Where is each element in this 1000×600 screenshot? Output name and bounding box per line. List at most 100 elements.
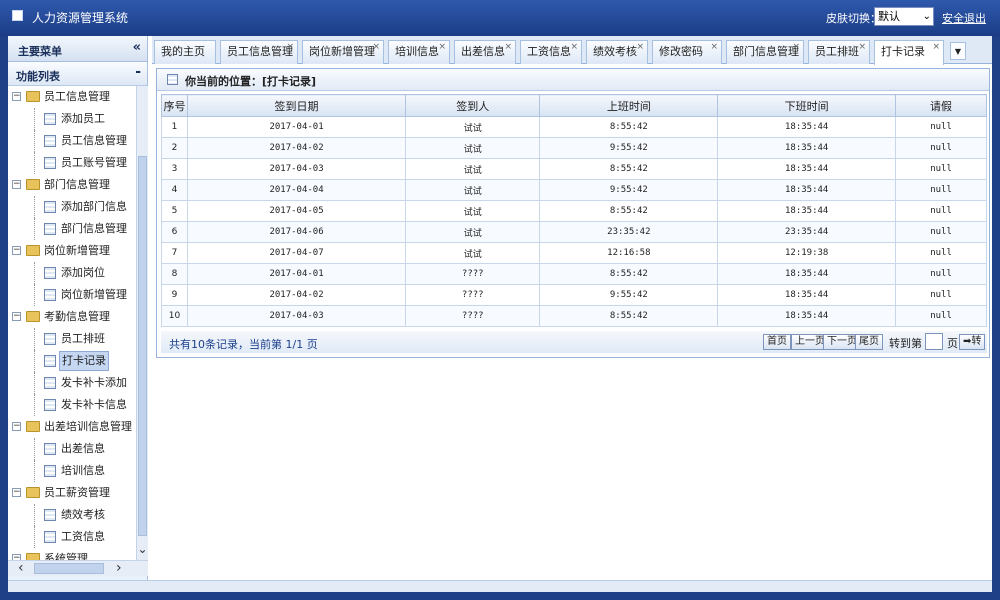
- pager-summary: 共有10条记录，当前第 1/1 页: [169, 338, 318, 351]
- table-row[interactable]: 6 2017-04-06 试试 23:35:42 23:35:44 null: [161, 221, 987, 243]
- expand-toggle-icon[interactable]: −: [12, 488, 21, 497]
- table-cell: 12:19:38: [717, 242, 897, 264]
- tree-group-4[interactable]: − 出差培训信息管理: [8, 416, 136, 438]
- table-icon: [44, 509, 56, 521]
- tree-group-0[interactable]: − 员工信息管理: [8, 86, 136, 108]
- scroll-thumb[interactable]: [34, 563, 104, 574]
- tab-7[interactable]: 修改密码 ×: [652, 40, 722, 64]
- tab-6[interactable]: 绩效考核 ×: [586, 40, 648, 64]
- table-header-row: 序号 签到日期 签到人 上班时间 下班时间 请假: [161, 94, 987, 117]
- table-cell: 8:55:42: [539, 200, 719, 222]
- sidebar-horizontal-scrollbar[interactable]: ‹ ›: [8, 560, 148, 576]
- tab-9[interactable]: 员工排班 ×: [808, 40, 870, 64]
- sidebar-vertical-scrollbar[interactable]: ⌄: [136, 86, 148, 560]
- table-row[interactable]: 1 2017-04-01 试试 8:55:42 18:35:44 null: [161, 116, 987, 138]
- expand-toggle-icon[interactable]: −: [12, 246, 21, 255]
- tree-item[interactable]: 添加部门信息: [8, 196, 136, 218]
- tab-8[interactable]: 部门信息管理 ×: [726, 40, 804, 64]
- last-page-button[interactable]: 尾页: [855, 334, 883, 350]
- collapse-function-list-icon[interactable]: -: [135, 64, 141, 80]
- attendance-table: 序号 签到日期 签到人 上班时间 下班时间 请假 1 2017-04-01 试试 8:55:42…: [161, 94, 987, 327]
- tree-item[interactable]: 员工账号管理: [8, 152, 136, 174]
- tree-item[interactable]: 工资信息: [8, 526, 136, 548]
- tree-item[interactable]: 部门信息管理: [8, 218, 136, 240]
- tree-item[interactable]: 岗位新增管理: [8, 284, 136, 306]
- table-row[interactable]: 8 2017-04-01???? 8:55:42 18:35:44 null: [161, 263, 987, 285]
- tab-label: 出差信息: [461, 45, 505, 58]
- column-header[interactable]: 上班时间: [539, 94, 719, 117]
- tree-group-5[interactable]: − 员工薪资管理: [8, 482, 136, 504]
- tree-item[interactable]: 添加岗位: [8, 262, 136, 284]
- scroll-left-icon[interactable]: ‹: [18, 561, 24, 576]
- scroll-right-icon[interactable]: ›: [116, 561, 122, 576]
- tree-item[interactable]: 发卡补卡信息: [8, 394, 136, 416]
- close-icon[interactable]: ×: [570, 36, 578, 58]
- tree-item[interactable]: 出差信息: [8, 438, 136, 460]
- table-icon: [44, 289, 56, 301]
- tab-10[interactable]: 打卡记录 ×: [874, 40, 944, 65]
- first-page-button[interactable]: 首页: [763, 334, 791, 350]
- close-icon[interactable]: ×: [858, 36, 866, 58]
- table-row[interactable]: 2 2017-04-02 试试 9:55:42 18:35:44 null: [161, 137, 987, 159]
- close-icon[interactable]: ×: [932, 36, 940, 58]
- tree-group-label: 岗位新增管理: [44, 244, 110, 257]
- tab-4[interactable]: 出差信息 ×: [454, 40, 516, 64]
- table-icon: [44, 333, 56, 345]
- tab-3[interactable]: 培训信息 ×: [388, 40, 450, 64]
- tab-5[interactable]: 工资信息 ×: [520, 40, 582, 64]
- column-header[interactable]: 序号: [161, 94, 188, 117]
- tree-item[interactable]: 打卡记录: [8, 350, 136, 372]
- expand-toggle-icon[interactable]: −: [12, 312, 21, 321]
- tree-group-2[interactable]: − 岗位新增管理: [8, 240, 136, 262]
- close-icon[interactable]: ×: [438, 36, 446, 58]
- column-header[interactable]: 请假: [895, 94, 987, 117]
- go-button[interactable]: ➡转: [959, 334, 986, 350]
- close-icon[interactable]: ×: [792, 36, 800, 58]
- table-cell: ????: [405, 284, 541, 306]
- table-row[interactable]: 5 2017-04-05 试试 8:55:42 18:35:44 null: [161, 200, 987, 222]
- expand-toggle-icon[interactable]: −: [12, 180, 21, 189]
- tree-item[interactable]: 员工排班: [8, 328, 136, 350]
- tree-connector: [34, 372, 35, 394]
- expand-toggle-icon[interactable]: −: [12, 92, 21, 101]
- table-row[interactable]: 10 2017-04-03???? 8:55:42 18:35:44 null: [161, 305, 987, 327]
- close-icon[interactable]: ×: [372, 36, 380, 58]
- column-header[interactable]: 签到日期: [186, 94, 407, 117]
- close-icon[interactable]: ×: [636, 36, 644, 58]
- table-row[interactable]: 4 2017-04-04 试试 9:55:42 18:35:44 null: [161, 179, 987, 201]
- tree-item[interactable]: 添加员工: [8, 108, 136, 130]
- tree-item[interactable]: 发卡补卡添加: [8, 372, 136, 394]
- tree-item[interactable]: 培训信息: [8, 460, 136, 482]
- tree-connector: [34, 460, 35, 482]
- tab-2[interactable]: 岗位新增管理 ×: [302, 40, 384, 64]
- scroll-thumb[interactable]: [138, 156, 147, 536]
- page-number-input[interactable]: [925, 333, 943, 350]
- close-icon[interactable]: ×: [504, 36, 512, 58]
- column-header[interactable]: 签到人: [405, 94, 541, 117]
- table-cell: 2017-04-01: [186, 263, 407, 285]
- collapse-sidebar-icon[interactable]: «: [133, 40, 141, 55]
- tree-group-6[interactable]: − 系统管理: [8, 548, 136, 560]
- table-row[interactable]: 9 2017-04-02???? 9:55:42 18:35:44 null: [161, 284, 987, 306]
- table-row[interactable]: 7 2017-04-07 试试 12:16:58 12:19:38 null: [161, 242, 987, 264]
- tab-1[interactable]: 员工信息管理 ×: [220, 40, 298, 64]
- skin-select[interactable]: 默认 ⌄: [874, 7, 934, 26]
- table-row[interactable]: 3 2017-04-03 试试 8:55:42 18:35:44 null: [161, 158, 987, 180]
- table-cell: 试试: [405, 116, 541, 138]
- logout-link[interactable]: 安全退出: [942, 10, 986, 26]
- table-cell: 2017-04-02: [186, 137, 407, 159]
- tree-connector: [34, 438, 35, 460]
- close-icon[interactable]: ×: [286, 36, 294, 58]
- scroll-down-icon[interactable]: ⌄: [137, 542, 148, 556]
- tree-item-label: 培训信息: [61, 464, 105, 477]
- tree-item[interactable]: 员工信息管理: [8, 130, 136, 152]
- tree-item[interactable]: 绩效考核: [8, 504, 136, 526]
- tab-0[interactable]: 我的主页: [154, 40, 216, 64]
- expand-toggle-icon[interactable]: −: [12, 422, 21, 431]
- tab-list-dropdown-icon[interactable]: ▼: [950, 42, 966, 60]
- table-cell: 12:16:58: [539, 242, 719, 264]
- close-icon[interactable]: ×: [710, 36, 718, 58]
- tree-group-1[interactable]: − 部门信息管理: [8, 174, 136, 196]
- tree-group-3[interactable]: − 考勤信息管理: [8, 306, 136, 328]
- column-header[interactable]: 下班时间: [717, 94, 897, 117]
